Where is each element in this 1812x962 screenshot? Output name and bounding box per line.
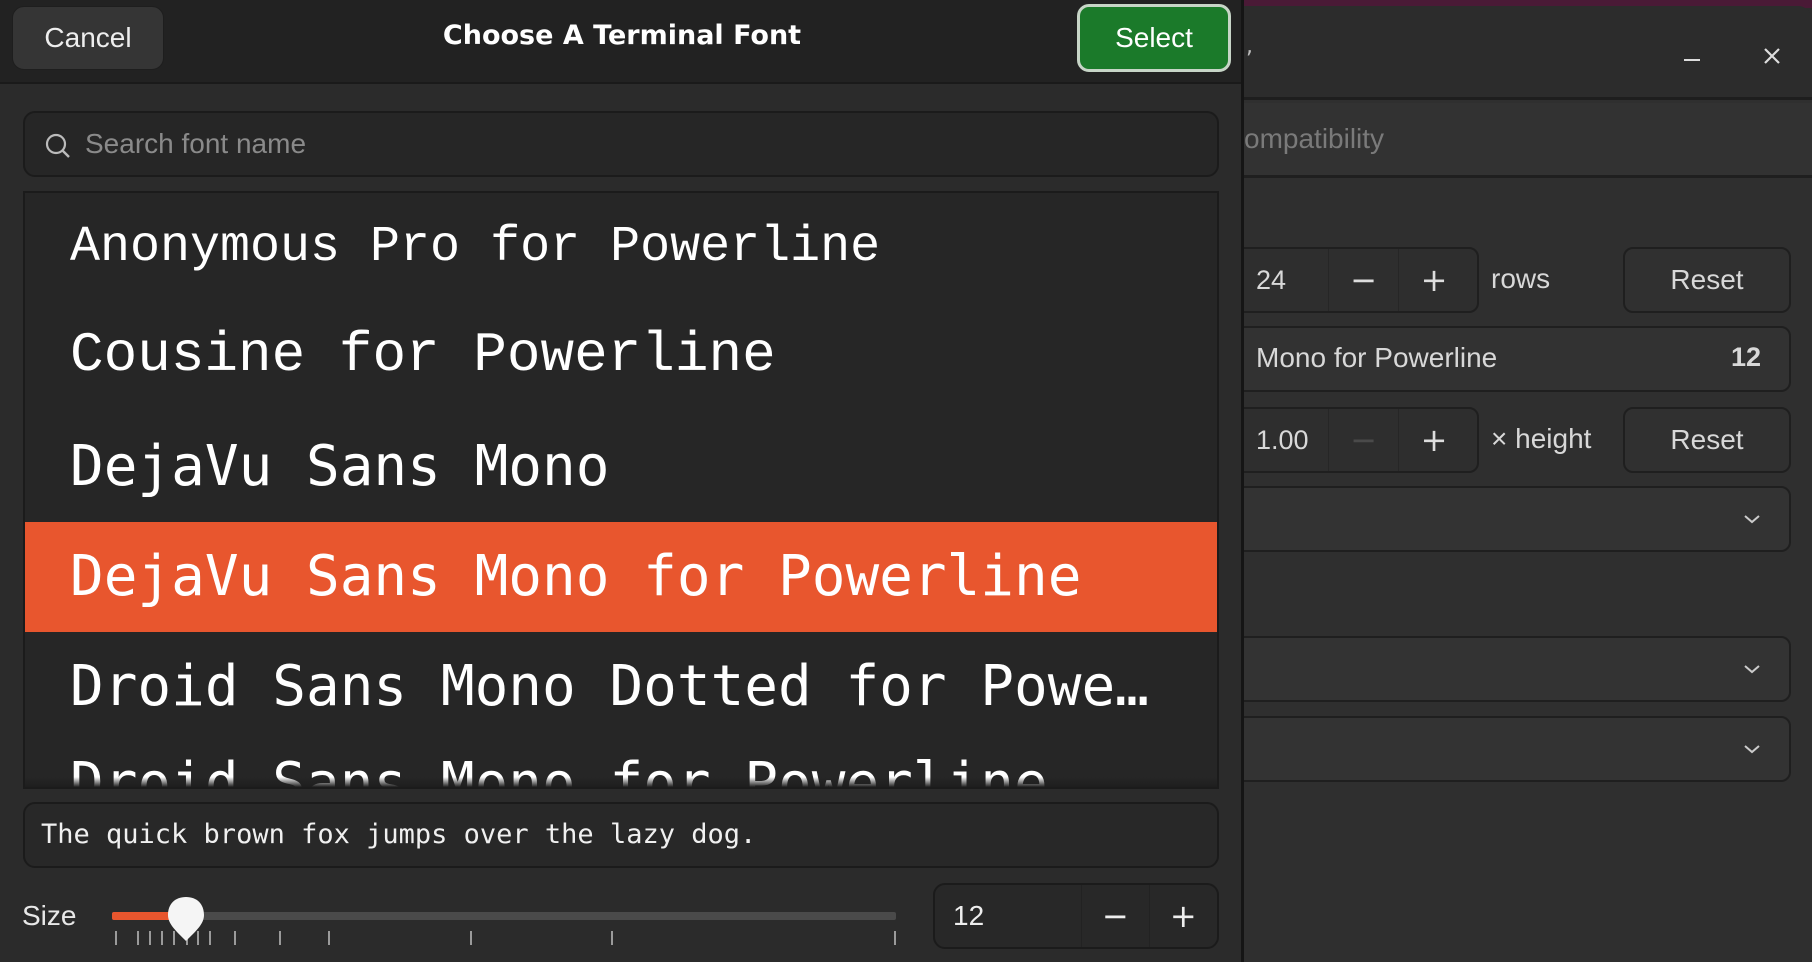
search-icon [45, 133, 70, 158]
tab-compatibility[interactable]: ompatibility [1244, 123, 1384, 155]
slider-tick [149, 931, 151, 945]
search-input[interactable] [85, 113, 1205, 175]
size-label: Size [22, 900, 77, 931]
slider-tick [611, 931, 613, 945]
slider-tick [328, 931, 330, 945]
font-name: DejaVu Sans Mono [70, 434, 610, 499]
preview-entry[interactable] [23, 802, 1219, 868]
chevron-down-icon [1744, 515, 1760, 524]
font-name: DejaVu Sans Mono for Powerline [70, 544, 1082, 609]
size-value[interactable]: 12 [935, 885, 1083, 947]
slider-tick [470, 931, 472, 945]
custom-font-button[interactable]: Mono for Powerline 12 [1244, 326, 1791, 392]
size-increment-button[interactable]: + [1150, 885, 1217, 947]
cell-height-unit-label: × height [1491, 423, 1592, 454]
slider-tick [209, 931, 211, 945]
dialog-title: Choose A Terminal Font [442, 20, 802, 51]
slider-tick [279, 931, 281, 945]
custom-font-size: 12 [1730, 342, 1761, 372]
font-list-item[interactable]: Cousine for Powerline [25, 300, 1217, 410]
rows-reset-button[interactable]: Reset [1623, 247, 1791, 313]
cell-height-value[interactable]: 1.00 [1244, 409, 1329, 471]
close-button[interactable] [1752, 36, 1792, 76]
dropdown-3[interactable] [1244, 716, 1791, 782]
minimize-button[interactable] [1672, 36, 1712, 76]
font-list[interactable]: Anonymous Pro for Powerline Cousine for … [23, 191, 1219, 789]
preview-text-input[interactable] [41, 804, 1201, 866]
rows-unit-label: rows [1491, 263, 1551, 294]
chevron-down-icon [1744, 665, 1760, 674]
preferences-title: , [1246, 34, 1253, 59]
dropdown-1[interactable] [1244, 486, 1791, 552]
close-icon [1764, 48, 1780, 64]
chevron-down-icon [1744, 745, 1760, 754]
slider-trough [112, 912, 896, 920]
rows-increment-button[interactable]: + [1399, 249, 1469, 311]
font-list-item[interactable]: Anonymous Pro for Powerline [25, 193, 1217, 303]
font-name: Anonymous Pro for Powerline [70, 219, 881, 276]
font-chooser-dialog: Cancel Choose A Terminal Font Select Ano… [0, 0, 1244, 962]
rows-stepper[interactable]: 24 − + [1244, 247, 1479, 313]
size-spinbutton[interactable]: 12 − + [933, 883, 1219, 949]
dropdown-2[interactable] [1244, 636, 1791, 702]
font-list-item-selected[interactable]: DejaVu Sans Mono for Powerline [25, 522, 1217, 632]
size-decrement-button[interactable]: − [1082, 885, 1150, 947]
custom-font-name: Mono for Powerline [1256, 342, 1498, 373]
rows-decrement-button[interactable]: − [1329, 249, 1399, 311]
font-name: Droid Sans Mono Dotted for Powerline [70, 654, 1180, 719]
select-button[interactable]: Select [1077, 4, 1231, 72]
font-name: Cousine for Powerline [70, 323, 776, 387]
preferences-window: , ompatibility 24 − + rows Reset Mono fo… [1244, 6, 1812, 962]
preferences-headerbar: , [1244, 6, 1812, 100]
dialog-headerbar: Cancel Choose A Terminal Font Select [0, 0, 1241, 84]
cell-height-reset-button[interactable]: Reset [1623, 407, 1791, 473]
cell-height-increment-button[interactable]: + [1399, 409, 1469, 471]
font-list-item[interactable]: DejaVu Sans Mono [25, 412, 1217, 522]
slider-tick [234, 931, 236, 945]
cell-height-decrement-button[interactable]: − [1329, 409, 1399, 471]
slider-thumb[interactable] [166, 895, 206, 943]
slider-tick [161, 931, 163, 945]
slider-tick [137, 931, 139, 945]
minimize-icon [1684, 59, 1700, 61]
search-field[interactable] [23, 111, 1219, 177]
rows-value[interactable]: 24 [1244, 249, 1329, 311]
scroll-shade [25, 777, 1217, 787]
preferences-tabbar: ompatibility [1244, 103, 1812, 178]
slider-tick [115, 931, 117, 945]
cell-height-stepper[interactable]: 1.00 − + [1244, 407, 1479, 473]
slider-tick [894, 931, 896, 945]
font-list-item[interactable]: Droid Sans Mono Dotted for Powerline [25, 632, 1217, 742]
size-slider[interactable] [112, 893, 898, 953]
